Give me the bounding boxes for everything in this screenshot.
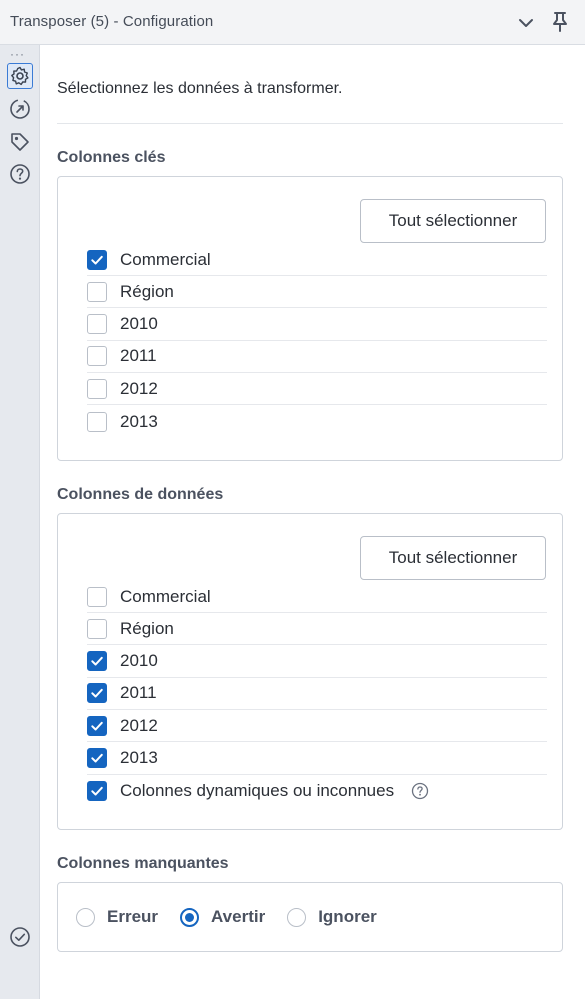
help-icon[interactable]	[9, 163, 31, 185]
data-column-label: 2011	[120, 683, 157, 703]
data-column-label: Commercial	[120, 586, 211, 606]
data-column-row[interactable]: 2011	[87, 678, 547, 710]
divider	[57, 123, 563, 124]
key-column-row[interactable]: 2012	[87, 373, 547, 406]
data-column-row[interactable]: Commercial	[87, 581, 547, 613]
key-columns-card: Tout sélectionner Commercial Région 2010 20…	[57, 176, 563, 461]
key-column-row[interactable]: 2013	[87, 406, 547, 438]
key-column-checkbox[interactable]	[87, 378, 107, 399]
data-column-row[interactable]: 2012	[87, 710, 547, 743]
data-column-row[interactable]: 2010	[87, 646, 547, 678]
key-column-row[interactable]: Commercial	[87, 244, 547, 276]
data-column-row[interactable]: Colonnes dynamiques ou inconnues	[87, 775, 547, 807]
window-title: Transposer (5) - Configuration	[10, 13, 214, 30]
data-column-label: Région	[120, 618, 174, 638]
pin-icon[interactable]	[550, 11, 570, 33]
data-column-checkbox[interactable]	[87, 715, 107, 736]
missing-option-2[interactable]: Ignorer	[287, 907, 377, 927]
gear-icon[interactable]	[7, 63, 33, 89]
data-columns-title: Colonnes de données	[57, 486, 224, 503]
radio-label: Erreur	[107, 907, 159, 926]
radio-label: Ignorer	[318, 907, 377, 926]
missing-columns-title: Colonnes manquantes	[57, 855, 229, 872]
data-columns-card: Tout sélectionner Commercial Région 2010 20…	[57, 513, 563, 830]
key-column-label: 2010	[120, 314, 158, 334]
key-column-checkbox[interactable]	[87, 281, 107, 302]
data-column-row[interactable]: Région	[87, 613, 547, 646]
dynamic-columns-help-icon[interactable]	[411, 782, 429, 800]
key-select-all-button[interactable]: Tout sélectionner	[360, 199, 546, 243]
check-circle-icon	[9, 926, 31, 948]
key-column-checkbox[interactable]	[87, 346, 107, 367]
tool-rail: ···	[0, 45, 40, 999]
radio-button[interactable]	[76, 907, 95, 927]
instruction-text: Sélectionnez les données à transformer.	[57, 80, 343, 97]
key-column-row[interactable]: Région	[87, 276, 547, 309]
key-column-checkbox[interactable]	[87, 249, 107, 270]
key-columns-title: Colonnes clés	[57, 149, 166, 166]
data-column-checkbox[interactable]	[87, 651, 107, 672]
connection-icon[interactable]	[9, 98, 31, 120]
data-column-checkbox[interactable]	[87, 780, 107, 801]
data-column-label: 2013	[120, 748, 158, 767]
radio-button[interactable]	[287, 907, 307, 927]
key-column-checkbox[interactable]	[87, 314, 107, 335]
data-column-checkbox[interactable]	[87, 618, 107, 639]
radio-button[interactable]	[180, 907, 200, 927]
data-column-label: 2010	[120, 651, 158, 671]
data-column-label: Colonnes dynamiques ou inconnues	[120, 780, 395, 800]
key-column-label: 2013	[120, 411, 158, 431]
radio-label: Avertir	[211, 907, 266, 926]
data-column-label: 2012	[120, 715, 158, 735]
data-column-checkbox[interactable]	[87, 586, 107, 607]
missing-option-1[interactable]: Avertir	[180, 907, 265, 927]
rail-dots: ···	[10, 47, 25, 61]
missing-columns-radio-group: Erreur Avertir Ignorer	[58, 883, 562, 951]
key-column-label: Région	[120, 281, 174, 301]
key-column-row[interactable]: 2010	[87, 309, 547, 341]
window-title-bar: Transposer (5) - Configuration	[0, 0, 585, 45]
key-column-label: 2011	[120, 346, 157, 366]
data-column-row[interactable]: 2013	[87, 743, 547, 775]
data-column-checkbox[interactable]	[87, 683, 107, 704]
key-column-row[interactable]: 2011	[87, 341, 547, 373]
tag-icon[interactable]	[9, 131, 31, 153]
key-column-label: 2012	[120, 378, 158, 398]
key-column-checkbox[interactable]	[87, 411, 107, 432]
chevron-down-icon[interactable]	[517, 14, 535, 32]
missing-columns-card: Erreur Avertir Ignorer	[57, 882, 563, 952]
missing-option-0[interactable]: Erreur	[76, 907, 158, 927]
key-column-label: Commercial	[120, 249, 211, 269]
data-select-all-button[interactable]: Tout sélectionner	[360, 536, 546, 580]
data-column-checkbox[interactable]	[87, 748, 107, 768]
configuration-panel: Sélectionnez les données à transformer. …	[41, 45, 585, 999]
